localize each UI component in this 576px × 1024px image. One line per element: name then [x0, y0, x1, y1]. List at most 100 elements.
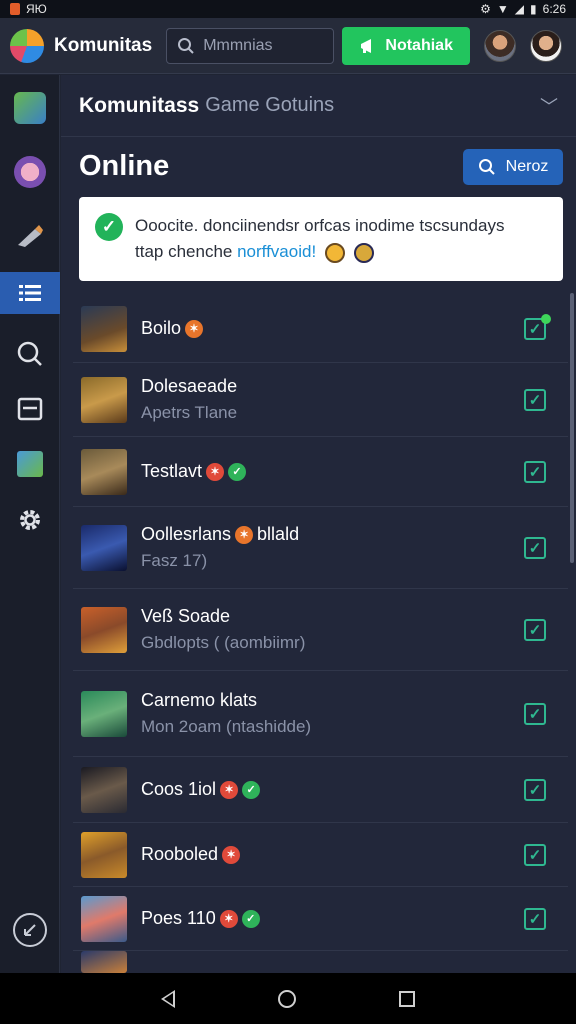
list-icon: [19, 285, 41, 301]
verified-badge-icon: ✓: [241, 909, 260, 928]
online-dot-icon: [541, 313, 551, 324]
notify-label: Notahiak: [385, 36, 453, 54]
game-thumbnail: [81, 305, 127, 352]
home-icon[interactable]: [277, 989, 296, 1008]
list-item[interactable]: Coos 1iol ✶ ✓ ✓: [73, 757, 568, 823]
chevron-down-icon[interactable]: ﹀: [540, 93, 558, 119]
game-name: Oollesrlans: [141, 524, 232, 544]
game-thumbnail: [81, 524, 127, 571]
friend-avatar[interactable]: [484, 29, 517, 62]
sidebar-list[interactable]: [0, 272, 60, 314]
game-thumbnail: [81, 951, 127, 973]
sidebar-inbox[interactable]: [0, 388, 60, 430]
app-logo-icon[interactable]: [10, 28, 44, 63]
inbox-icon: [17, 397, 43, 421]
list-item-partial[interactable]: [73, 951, 568, 973]
section-subtitle: Game Gotuins: [205, 94, 335, 116]
game-status: Mon 2oam (ntashidde): [141, 717, 312, 736]
search-icon: [178, 37, 194, 54]
sidebar: [0, 75, 60, 973]
search-icon: [478, 159, 495, 175]
game-status: Fasz 17): [141, 551, 208, 570]
row-checkbox[interactable]: ✓: [524, 618, 546, 641]
list-item[interactable]: Testlavt ✶ ✓ ✓: [73, 437, 568, 507]
game-name: Boilo: [141, 318, 182, 338]
status-time: 6:26: [542, 2, 566, 16]
list-item[interactable]: Oollesrlans ✶ bllald Fasz 17) ✓: [73, 507, 568, 589]
game-icon: [14, 92, 46, 124]
news-label: Neroz: [505, 158, 549, 175]
row-checkbox[interactable]: ✓: [524, 460, 546, 483]
game-thumbnail: [81, 376, 127, 423]
notify-button[interactable]: Notahiak: [342, 26, 471, 65]
row-checkbox[interactable]: ✓: [524, 388, 546, 411]
row-checkbox[interactable]: ✓: [524, 843, 546, 866]
notice-line2: ttap chenche norffvaoid!: [135, 239, 551, 265]
top-app-bar: Komunitas Mmmnias Notahiak: [0, 18, 576, 74]
emoji-icon: [353, 242, 374, 263]
fire-badge-icon: ✶: [219, 909, 238, 928]
sidebar-game-3[interactable]: [0, 443, 60, 485]
game-icon: [14, 156, 46, 188]
sidebar-game-1[interactable]: [0, 87, 60, 129]
sidebar-settings[interactable]: [0, 499, 60, 541]
collapse-icon: [13, 913, 47, 947]
news-button[interactable]: Neroz: [463, 149, 563, 185]
discover-icon: [17, 341, 42, 366]
game-thumbnail: [81, 606, 127, 653]
notice-link[interactable]: norffvaoid!: [237, 242, 316, 261]
game-thumbnail: [81, 766, 127, 813]
sidebar-search[interactable]: [0, 333, 60, 375]
notice-line2-text: ttap chenche: [135, 242, 233, 261]
notice-card: ✓ Ooocite. donciinendsr orfcas inodime t…: [79, 197, 563, 281]
verified-badge-icon: ✓: [228, 462, 247, 481]
notification-app-icon: [10, 3, 20, 15]
game-name: Poes 110: [141, 908, 216, 928]
list-scrollbar[interactable]: [570, 293, 574, 563]
sidebar-collapse[interactable]: [0, 909, 60, 951]
row-checkbox[interactable]: ✓: [524, 778, 546, 801]
list-item[interactable]: Rooboled ✶ ✓: [73, 823, 568, 887]
game-name: Coos 1iol: [141, 779, 217, 799]
list-item[interactable]: Carnemo klats Mon 2oam (ntashidde) ✓: [73, 671, 568, 757]
fire-badge-icon: ✶: [185, 319, 204, 338]
list-item[interactable]: Poes 110 ✶ ✓ ✓: [73, 887, 568, 951]
check-circle-icon: ✓: [95, 213, 123, 241]
back-icon[interactable]: [161, 989, 176, 1008]
section-header[interactable]: Komunitass Game Gotuins ﹀: [61, 75, 576, 137]
online-heading: Online: [79, 150, 170, 182]
emoji-icon: [324, 242, 345, 263]
system-nav-bar: [0, 973, 576, 1024]
game-name: Dolesaeade: [141, 376, 238, 396]
wifi-icon: ▼: [496, 2, 509, 16]
sidebar-game-2[interactable]: [0, 151, 60, 193]
row-checkbox[interactable]: ✓: [524, 907, 546, 930]
fire-badge-icon: ✶: [220, 780, 239, 799]
list-item[interactable]: Dolesaeade Apetrs Tlane ✓: [73, 363, 568, 437]
notice-line1: Ooocite. donciinendsr orfcas inodime tsc…: [135, 216, 505, 235]
list-item[interactable]: Veß Soade Gbdlopts ( (aombiimr) ✓: [73, 589, 568, 671]
row-checkbox[interactable]: ✓: [524, 536, 546, 559]
megaphone-icon: [361, 38, 372, 53]
row-checkbox[interactable]: ✓: [524, 313, 551, 340]
game-status: Apetrs Tlane: [141, 403, 238, 422]
search-placeholder: Mmmnias: [203, 36, 273, 54]
fire-badge-icon: ✶: [222, 845, 241, 864]
search-input[interactable]: Mmmnias: [166, 27, 335, 64]
recents-icon[interactable]: [398, 990, 415, 1007]
sidebar-tool[interactable]: [0, 215, 60, 257]
list-item[interactable]: Boilo ✶ ✓: [73, 295, 568, 363]
section-title: Komunitass: [79, 93, 200, 117]
status-left-text: ЯЮ: [26, 2, 47, 16]
game-status: Gbdlopts ( (aombiimr): [141, 633, 306, 652]
row-checkbox[interactable]: ✓: [524, 702, 546, 725]
game-name: Rooboled: [141, 844, 219, 864]
main-content: Komunitass Game Gotuins ﹀ Online Neroz ✓…: [61, 75, 576, 973]
game-name-suffix: bllald: [257, 524, 300, 544]
verified-badge-icon: ✓: [242, 780, 261, 799]
app-title: Komunitas: [54, 34, 153, 56]
fire-badge-icon: ✶: [206, 462, 225, 481]
user-avatar[interactable]: [530, 29, 563, 62]
game-thumbnail: [81, 690, 127, 737]
gear-icon: [20, 510, 40, 530]
